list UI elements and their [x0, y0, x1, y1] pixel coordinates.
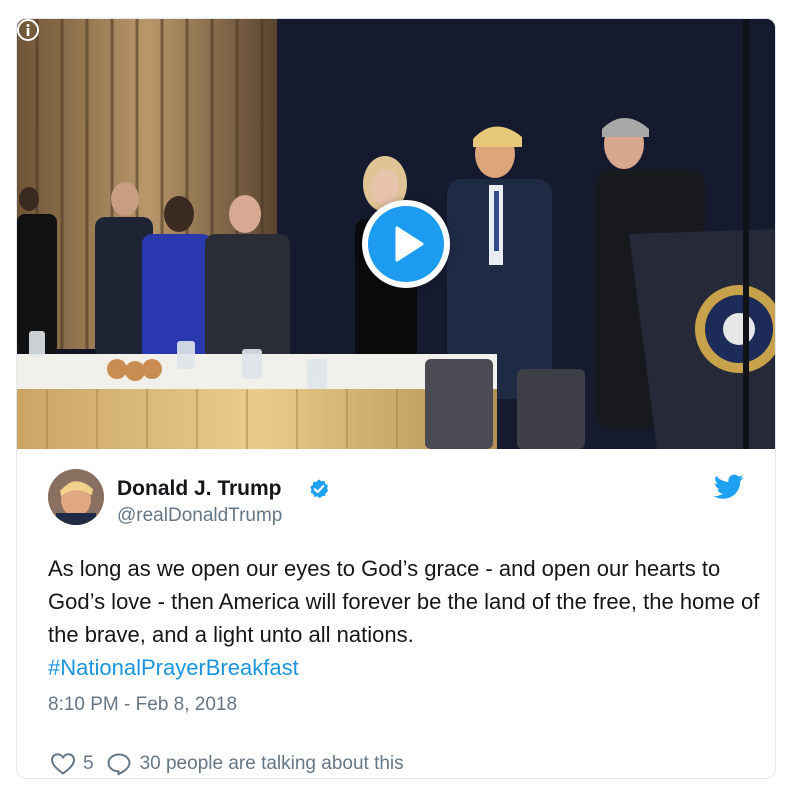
- engagement-row: 5 30 people are talking about this: [50, 751, 404, 777]
- like-count[interactable]: 5: [83, 753, 94, 775]
- video-thumbnail[interactable]: [17, 19, 775, 449]
- hashtag-link[interactable]: #NationalPrayerBreakfast: [48, 655, 299, 680]
- verified-badge-icon: [310, 479, 329, 499]
- user-handle[interactable]: @realDonaldTrump: [117, 505, 282, 527]
- heart-icon[interactable]: [50, 752, 76, 776]
- tweet-timestamp[interactable]: 8:10 PM - Feb 8, 2018: [48, 694, 237, 716]
- twitter-bird-icon[interactable]: [714, 474, 744, 500]
- display-name[interactable]: Donald J. Trump: [117, 477, 282, 501]
- tweet-text: As long as we open our eyes to God’s gra…: [48, 552, 768, 684]
- tweet-text-main: As long as we open our eyes to God’s gra…: [48, 556, 760, 647]
- play-icon: [395, 226, 424, 262]
- info-icon[interactable]: [17, 19, 39, 41]
- play-button[interactable]: [362, 200, 450, 288]
- avatar-portrait: [48, 469, 104, 525]
- speech-bubble-icon[interactable]: [106, 752, 132, 776]
- tweet-body: Donald J. Trump @realDonaldTrump As long…: [17, 449, 775, 778]
- embedded-tweet-card[interactable]: Donald J. Trump @realDonaldTrump As long…: [16, 18, 776, 779]
- avatar[interactable]: [48, 469, 104, 525]
- talking-about-link[interactable]: 30 people are talking about this: [140, 753, 404, 775]
